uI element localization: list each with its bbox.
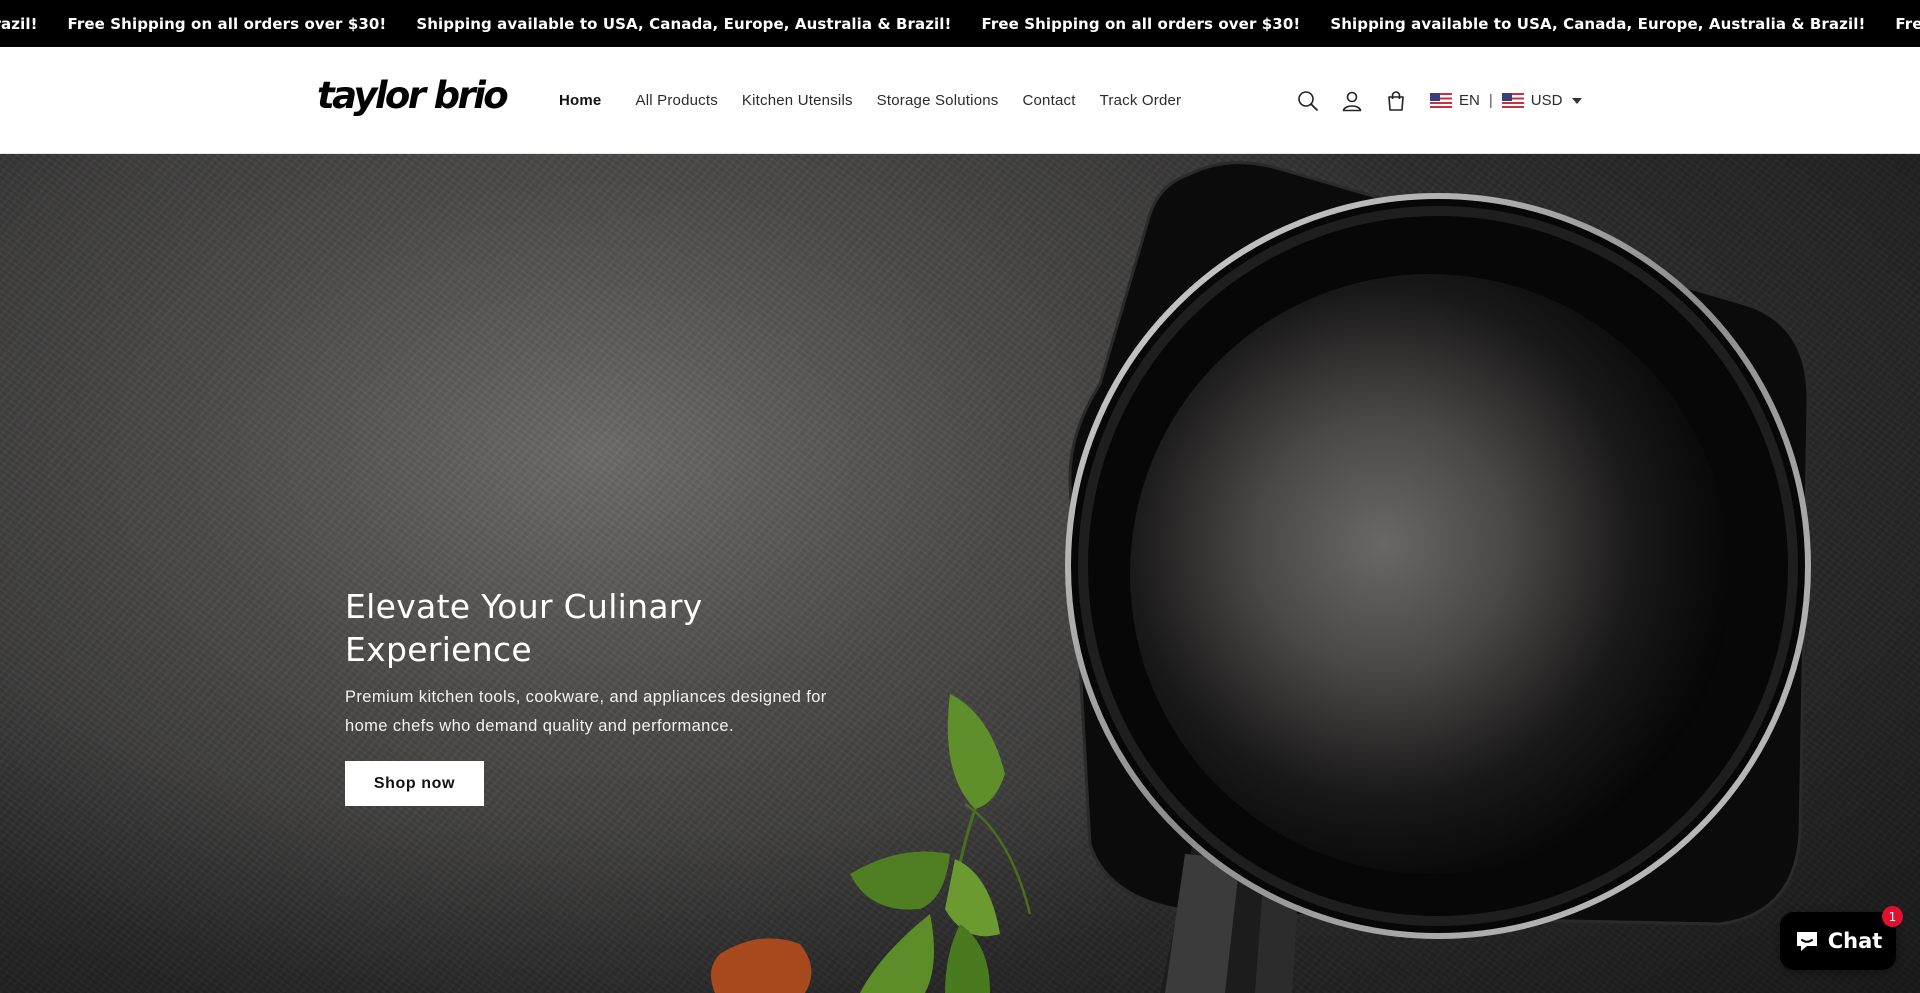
chat-label: Chat xyxy=(1827,929,1883,953)
chat-bubble-icon xyxy=(1796,932,1817,951)
nav-home[interactable]: Home xyxy=(547,92,613,109)
announcement-track: Brazil! Free Shipping on all orders over… xyxy=(0,0,1920,47)
hero-content: Elevate Your Culinary Experience Premium… xyxy=(345,585,865,806)
locale-separator: | xyxy=(1488,92,1493,109)
chat-button[interactable]: Chat xyxy=(1780,912,1896,970)
hero-title-line1: Elevate Your Culinary xyxy=(345,587,703,626)
announcement-message: Brazil! xyxy=(0,14,38,33)
announcement-message: Free Shipping on all orders over $30! xyxy=(981,14,1301,33)
hero-title-line2: Experience xyxy=(345,630,533,669)
language-code: EN xyxy=(1459,92,1480,109)
announcement-message: Shipping available to USA, Canada, Europ… xyxy=(1330,14,1866,33)
account-icon[interactable] xyxy=(1338,87,1366,115)
site-header: taylor brio Home All Products Kitchen Ut… xyxy=(0,47,1920,154)
announcement-bar: Brazil! Free Shipping on all orders over… xyxy=(0,0,1920,47)
cart-icon[interactable] xyxy=(1382,87,1410,115)
us-flag-icon xyxy=(1501,93,1524,108)
site-logo[interactable]: taylor brio xyxy=(317,77,509,114)
hero-image xyxy=(0,154,1920,993)
locale-selector[interactable]: EN | USD xyxy=(1430,47,1583,154)
nav-contact[interactable]: Contact xyxy=(1010,92,1087,109)
hero-subtitle-line1: Premium kitchen tools, cookware, and app… xyxy=(345,688,827,706)
nav-all-products[interactable]: All Products xyxy=(623,92,729,109)
hero-banner: Elevate Your Culinary Experience Premium… xyxy=(0,154,1920,993)
hero-title: Elevate Your Culinary Experience xyxy=(345,585,865,671)
header-icons xyxy=(1294,47,1426,154)
us-flag-icon xyxy=(1430,93,1452,108)
hero-subtitle: Premium kitchen tools, cookware, and app… xyxy=(345,683,865,741)
announcement-message: Shipping available to USA, Canada, Europ… xyxy=(416,14,952,33)
caret-down-icon xyxy=(1572,97,1583,104)
currency-code: USD xyxy=(1530,92,1563,109)
shop-now-button[interactable]: Shop now xyxy=(345,761,484,806)
nav-storage-solutions[interactable]: Storage Solutions xyxy=(865,92,1011,109)
pan-surface xyxy=(1130,274,1730,874)
main-nav: Home All Products Kitchen Utensils Stora… xyxy=(547,47,1193,154)
chat-notification-badge: 1 xyxy=(1882,906,1903,927)
hero-subtitle-line2: home chefs who demand quality and perfor… xyxy=(345,717,734,735)
announcement-message: Free Shipping on all orders over $30! xyxy=(67,14,387,33)
announcement-message: Free Shipping on all orders over $30! xyxy=(1895,14,1920,33)
nav-track-order[interactable]: Track Order xyxy=(1088,92,1194,109)
nav-kitchen-utensils[interactable]: Kitchen Utensils xyxy=(730,92,865,109)
search-icon[interactable] xyxy=(1294,87,1322,115)
